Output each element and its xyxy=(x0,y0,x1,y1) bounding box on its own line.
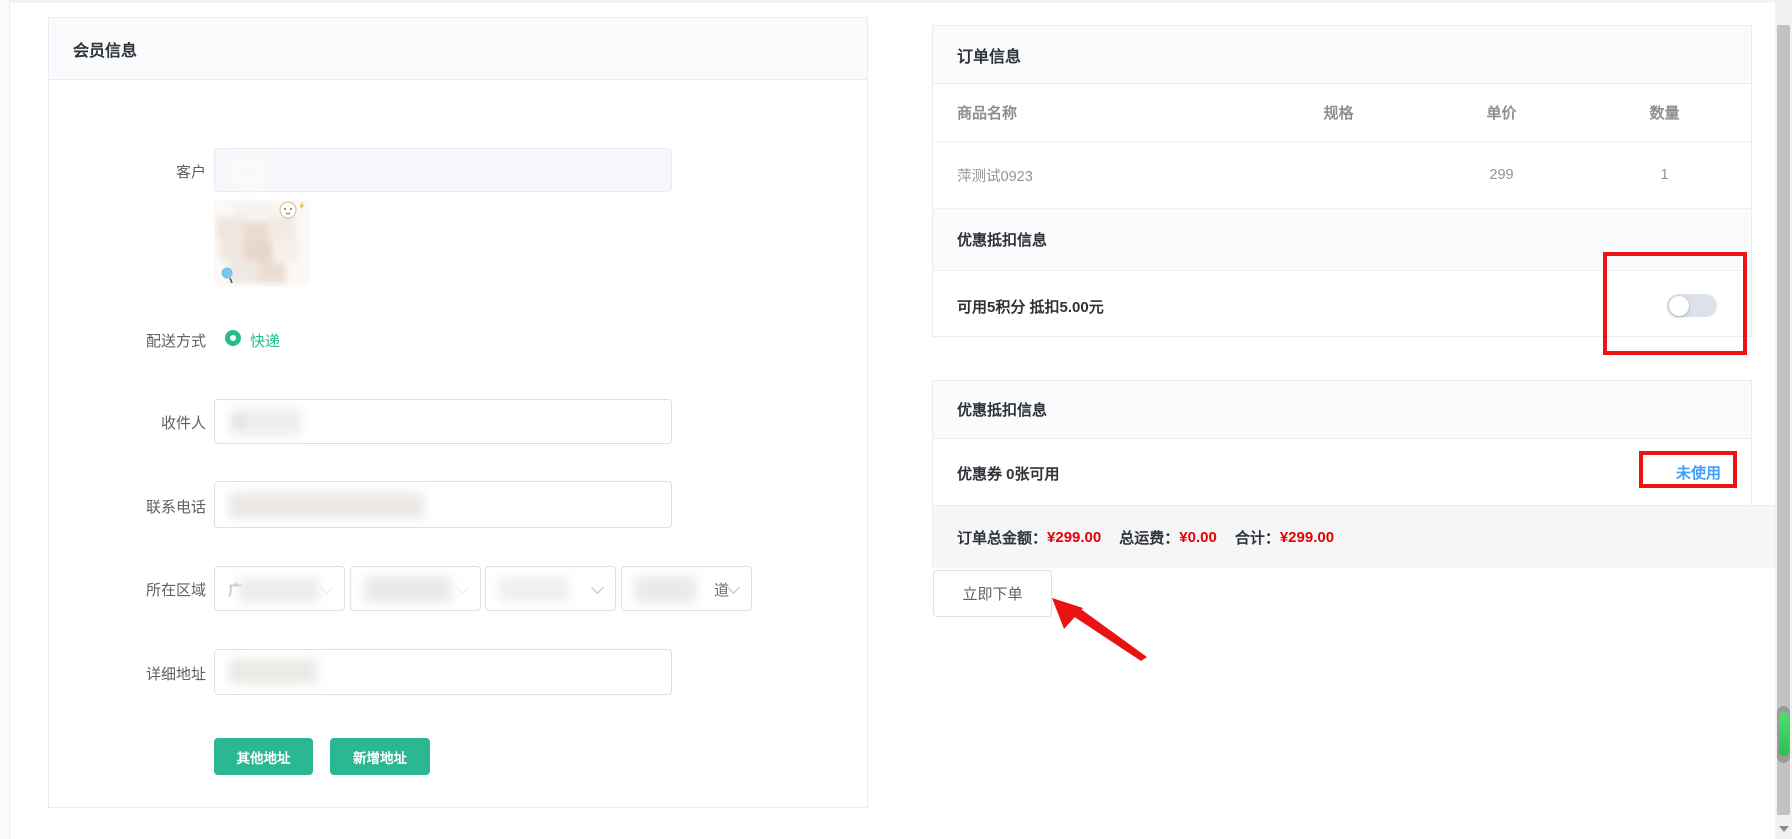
order-total-value: ¥299.00 xyxy=(1047,529,1101,546)
page-scrollbar-thumb[interactable] xyxy=(1777,25,1790,815)
customer-value-redacted xyxy=(229,156,271,186)
region-district-redacted xyxy=(499,577,569,602)
page-top-edge xyxy=(0,0,1775,3)
order-card-title: 订单信息 xyxy=(933,26,1751,84)
grand-total-label: 合计： xyxy=(1235,527,1280,548)
region-province-select[interactable]: 广 xyxy=(214,566,345,611)
customer-input[interactable] xyxy=(214,148,672,192)
scrollbar-down-arrow-icon[interactable] xyxy=(1779,826,1789,832)
toggle-knob-icon xyxy=(1669,296,1689,316)
place-order-button[interactable]: 立即下单 xyxy=(933,570,1052,617)
order-table-header-row: 商品名称 规格 单价 数量 xyxy=(933,84,1751,142)
delivery-express-radio[interactable] xyxy=(225,330,241,346)
address-label: 详细地址 xyxy=(76,663,206,684)
coupon-status-link[interactable]: 未使用 xyxy=(1676,462,1721,483)
chevron-down-icon xyxy=(320,581,333,594)
member-info-card: 会员信息 客户 xyxy=(48,17,868,808)
avatar-blurred-graphic xyxy=(214,199,310,287)
customer-label: 客户 xyxy=(76,161,206,182)
address-value-redacted xyxy=(229,659,317,684)
phone-label: 联系电话 xyxy=(76,496,206,517)
region-district-select[interactable] xyxy=(485,566,616,611)
points-discount-row: 可用5积分 抵扣5.00元 xyxy=(933,271,1751,339)
recipient-input[interactable]: 萍 xyxy=(214,399,672,444)
col-header-spec: 规格 xyxy=(1257,102,1420,123)
page-left-edge xyxy=(0,0,10,839)
coupon-card-title: 优惠抵扣信息 xyxy=(933,381,1751,439)
order-info-card: 订单信息 商品名称 规格 单价 数量 萍测试0923 299 1 优惠抵扣信息 … xyxy=(932,25,1752,337)
region-city-select[interactable] xyxy=(350,566,481,611)
add-address-button[interactable]: 新增地址 xyxy=(330,738,430,775)
coupon-row: 优惠券 0张可用 未使用 xyxy=(933,439,1751,506)
col-header-quantity: 数量 xyxy=(1583,102,1746,123)
region-street-select[interactable]: 道 xyxy=(621,566,752,611)
region-city-redacted xyxy=(364,576,452,603)
shipping-total-value: ¥0.00 xyxy=(1179,529,1217,546)
product-name-cell: 萍测试0923 xyxy=(957,165,1257,186)
delivery-method-label: 配送方式 xyxy=(76,330,206,351)
region-street-fragment: 道 xyxy=(714,579,729,600)
address-input[interactable] xyxy=(214,649,672,695)
delivery-option-express[interactable]: 快递 xyxy=(250,330,280,351)
scrollbar-green-marker xyxy=(1779,712,1789,756)
coupon-discount-card: 优惠抵扣信息 优惠券 0张可用 未使用 订单总金额： ¥299.00 总运费： … xyxy=(932,380,1752,567)
chevron-down-icon xyxy=(727,581,740,594)
shipping-total-label: 总运费： xyxy=(1119,527,1179,548)
region-street-redacted xyxy=(634,576,696,603)
col-header-product-name: 商品名称 xyxy=(957,102,1257,123)
col-header-unit-price: 单价 xyxy=(1420,102,1583,123)
chevron-down-icon xyxy=(456,581,469,594)
chevron-down-icon xyxy=(591,581,604,594)
phone-input[interactable] xyxy=(214,481,672,528)
points-toggle[interactable] xyxy=(1667,294,1717,317)
product-qty-cell: 1 xyxy=(1583,167,1746,183)
points-discount-text: 可用5积分 抵扣5.00元 xyxy=(957,296,1104,317)
region-label: 所在区域 xyxy=(76,579,206,600)
member-card-title: 会员信息 xyxy=(49,18,867,80)
product-price-cell: 299 xyxy=(1420,167,1583,183)
other-address-button[interactable]: 其他地址 xyxy=(214,738,313,775)
phone-value-redacted xyxy=(229,492,424,519)
recipient-label: 收件人 xyxy=(76,412,206,433)
region-province-redacted xyxy=(239,577,319,603)
grand-total-value: ¥299.00 xyxy=(1280,529,1334,546)
order-total-label: 订单总金额： xyxy=(957,527,1047,548)
annotation-arrow-submit xyxy=(1040,588,1160,670)
recipient-value-redacted xyxy=(229,408,301,436)
table-row: 萍测试0923 299 1 xyxy=(933,142,1751,208)
coupon-availability-text: 优惠券 0张可用 xyxy=(957,463,1060,484)
order-totals-row: 订单总金额： ¥299.00 总运费： ¥0.00 合计： ¥299.00 xyxy=(933,505,1775,568)
points-discount-section-title: 优惠抵扣信息 xyxy=(933,208,1751,271)
customer-avatar-image xyxy=(214,199,310,287)
radio-dot-icon xyxy=(230,335,236,341)
